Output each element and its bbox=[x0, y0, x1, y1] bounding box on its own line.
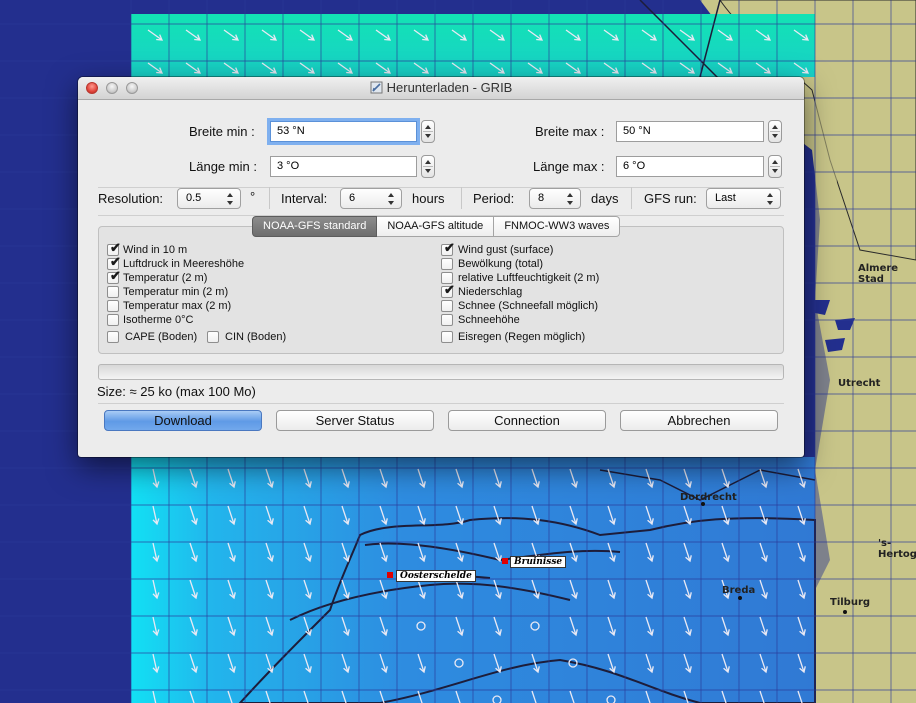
download-progress-bar bbox=[98, 364, 784, 380]
lon-max-field[interactable]: 6 °O bbox=[616, 156, 764, 177]
map-city-label: Dordrecht bbox=[680, 492, 737, 503]
tab-fnmoc-ww3-waves[interactable]: FNMOC-WW3 waves bbox=[494, 216, 621, 237]
checkbox-temperature-min[interactable]: ✔Temperatur min (2 m) bbox=[107, 285, 228, 299]
lat-max-stepper[interactable] bbox=[768, 120, 782, 143]
lon-min-field[interactable]: 3 °O bbox=[270, 156, 417, 177]
tab-bar: NOAA-GFS standard NOAA-GFS altitude FNMO… bbox=[252, 216, 621, 237]
checkbox-isotherm-0[interactable]: ✔Isotherme 0°C bbox=[107, 313, 193, 327]
gfs-run-label: GFS run: bbox=[644, 191, 697, 206]
map-city-label: Breda bbox=[722, 585, 756, 596]
tab-noaa-gfs-altitude[interactable]: NOAA-GFS altitude bbox=[377, 216, 495, 237]
separator bbox=[461, 187, 462, 209]
size-estimate: Size: ≈ 25 ko (max 100 Mo) bbox=[97, 384, 256, 399]
checkbox-temperature-2m[interactable]: ✔ Temperatur (2 m) bbox=[107, 269, 207, 285]
checkbox-snow[interactable]: ✔Schnee (Schneefall möglich) bbox=[441, 299, 598, 313]
resolution-label: Resolution: bbox=[98, 191, 164, 206]
cancel-button[interactable]: Abbrechen bbox=[620, 410, 778, 431]
grib-download-dialog: Herunterladen - GRIB Breite min : 53 °N … bbox=[78, 77, 804, 457]
download-document-icon bbox=[370, 81, 383, 94]
server-status-button[interactable]: Server Status bbox=[276, 410, 434, 431]
lon-min-stepper[interactable] bbox=[421, 155, 435, 178]
gfs-run-select[interactable]: Last bbox=[706, 188, 781, 209]
map-place-label[interactable]: Oosterschelde bbox=[396, 570, 476, 582]
checkbox-snow-depth[interactable]: ✔Schneehöhe bbox=[441, 313, 520, 327]
map-place-marker[interactable] bbox=[387, 572, 393, 578]
checkbox-cape[interactable]: ✔CAPE (Boden) bbox=[107, 330, 197, 344]
lat-min-stepper[interactable] bbox=[421, 120, 435, 143]
separator bbox=[269, 187, 270, 209]
separator bbox=[631, 187, 632, 209]
map-city-label: 's-Hertog bbox=[878, 538, 916, 560]
interval-label: Interval: bbox=[281, 191, 328, 206]
checkbox-pressure-msl[interactable]: ✔ Luftdruck in Meereshöhe bbox=[107, 255, 244, 271]
lon-min-label: Länge min : bbox=[189, 159, 257, 174]
separator bbox=[98, 403, 784, 404]
download-button[interactable]: Download bbox=[104, 410, 262, 431]
checkbox-precipitation[interactable]: ✔ Niederschlag bbox=[441, 283, 522, 299]
checkbox-humidity[interactable]: ✔relative Luftfeuchtigkeit (2 m) bbox=[441, 271, 599, 285]
map-city-dot bbox=[843, 610, 847, 614]
period-select[interactable]: 8 bbox=[529, 188, 581, 209]
lat-max-field[interactable]: 50 °N bbox=[616, 121, 764, 142]
lat-min-field[interactable]: 53 °N bbox=[270, 121, 417, 142]
checkbox-cloud-cover[interactable]: ✔Bewölkung (total) bbox=[441, 257, 543, 271]
lat-max-label: Breite max : bbox=[535, 124, 605, 139]
lon-max-label: Länge max : bbox=[533, 159, 605, 174]
checkbox-freezing-rain[interactable]: ✔Eisregen (Regen möglich) bbox=[441, 330, 585, 344]
connection-button[interactable]: Connection bbox=[448, 410, 606, 431]
map-place-label[interactable]: Bruinisse bbox=[510, 556, 567, 568]
period-label: Period: bbox=[473, 191, 515, 206]
map-city-label: Almere Stad bbox=[858, 263, 899, 285]
title-bar[interactable]: Herunterladen - GRIB bbox=[78, 77, 804, 100]
map-city-label: Utrecht bbox=[838, 378, 881, 389]
tab-noaa-gfs-standard[interactable]: NOAA-GFS standard bbox=[252, 216, 378, 237]
map-city-dot bbox=[701, 502, 705, 506]
interval-select[interactable]: 6 bbox=[340, 188, 402, 209]
window-title: Herunterladen - GRIB bbox=[386, 80, 513, 95]
period-unit: days bbox=[591, 191, 619, 206]
resolution-unit: ° bbox=[250, 189, 256, 204]
lat-min-label: Breite min : bbox=[189, 124, 255, 139]
checkbox-temperature-max[interactable]: ✔Temperatur max (2 m) bbox=[107, 299, 231, 313]
resolution-select[interactable]: 0.5 bbox=[177, 188, 241, 209]
map-city-label: Tilburg bbox=[830, 597, 871, 608]
lon-max-stepper[interactable] bbox=[768, 155, 782, 178]
interval-unit: hours bbox=[412, 191, 445, 206]
checkbox-wind-gust[interactable]: ✔ Wind gust (surface) bbox=[441, 241, 553, 257]
map-city-dot bbox=[738, 596, 742, 600]
checkbox-cin[interactable]: ✔CIN (Boden) bbox=[207, 330, 286, 344]
map-place-marker[interactable] bbox=[502, 558, 508, 564]
